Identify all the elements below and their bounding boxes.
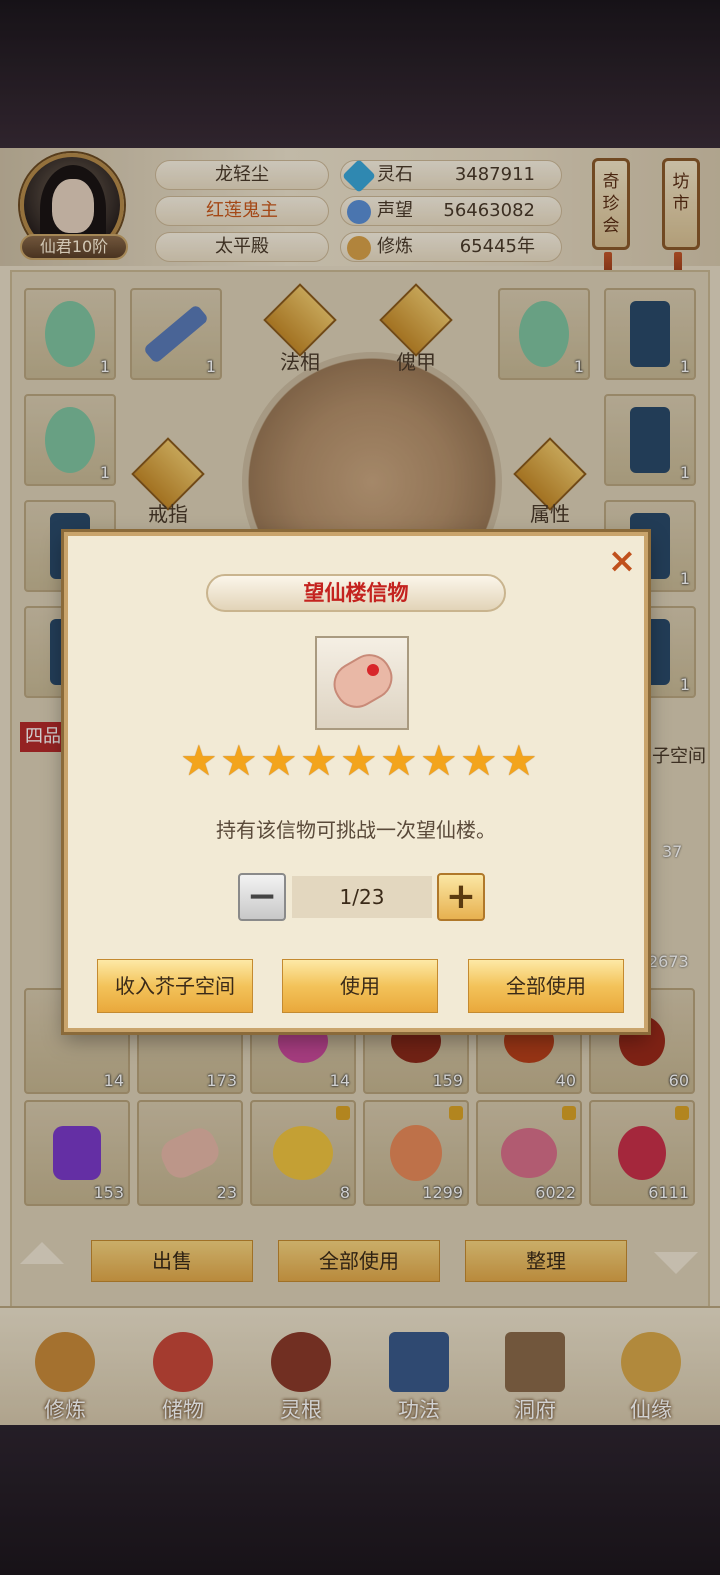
star-icon: ★: [380, 736, 418, 785]
use-all-button[interactable]: 全部使用: [468, 959, 624, 1013]
star-rating: ★ ★ ★ ★ ★ ★ ★ ★ ★: [180, 736, 544, 785]
item-detail-modal: 望仙楼信物 × ★ ★ ★ ★ ★ ★ ★ ★ ★ 持有该信物可挑战一次望仙楼。…: [64, 532, 648, 1032]
use-button[interactable]: 使用: [282, 959, 438, 1013]
scroll-token-icon: [325, 646, 401, 716]
store-button[interactable]: 收入芥子空间: [97, 959, 253, 1013]
item-description: 持有该信物可挑战一次望仙楼。: [216, 818, 496, 842]
star-icon: ★: [460, 736, 498, 785]
increase-quantity-button[interactable]: +: [437, 873, 485, 921]
star-icon: ★: [260, 736, 298, 785]
ribbon-knot-icon: [367, 664, 379, 676]
star-icon: ★: [300, 736, 338, 785]
star-icon: ★: [420, 736, 458, 785]
star-icon: ★: [340, 736, 378, 785]
star-icon: ★: [500, 736, 538, 785]
decrease-quantity-button[interactable]: −: [238, 873, 286, 921]
star-icon: ★: [220, 736, 258, 785]
quantity-display[interactable]: 1/23: [292, 876, 432, 918]
item-icon-frame: [315, 636, 409, 730]
close-icon[interactable]: ×: [606, 544, 638, 578]
modal-title: 望仙楼信物: [206, 574, 506, 612]
star-icon: ★: [180, 736, 218, 785]
